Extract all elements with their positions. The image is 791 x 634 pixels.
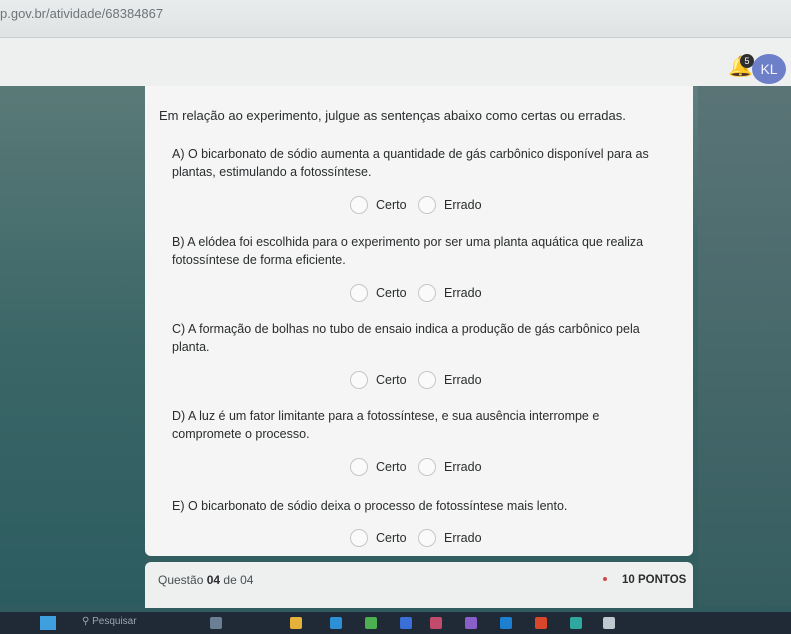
taskbar-app-icon[interactable]: [465, 617, 477, 629]
radio-certo-d[interactable]: [350, 458, 368, 476]
label-certo-d: Certo: [376, 460, 407, 474]
taskbar-search-label: Pesquisar: [92, 616, 137, 627]
radio-certo-c[interactable]: [350, 371, 368, 389]
background-right: [698, 86, 791, 606]
label-errado-c: Errado: [444, 373, 482, 387]
radio-errado-a[interactable]: [418, 196, 436, 214]
taskbar-app-icon[interactable]: [535, 617, 547, 629]
radio-errado-b[interactable]: [418, 284, 436, 302]
radio-certo-b[interactable]: [350, 284, 368, 302]
label-errado-b: Errado: [444, 286, 482, 300]
question-label: Questão: [158, 573, 204, 587]
taskbar-app-icon[interactable]: [330, 617, 342, 629]
background-left: [0, 86, 145, 606]
radio-errado-e[interactable]: [418, 529, 436, 547]
statement-e: E) O bicarbonato de sódio deixa o proces…: [172, 499, 568, 513]
taskbar-app-icon[interactable]: [290, 617, 302, 629]
statement-a: A) O bicarbonato de sódio aumenta a quan…: [172, 147, 649, 179]
search-icon: ⚲: [82, 616, 90, 627]
question-intro: Em relação ao experimento, julgue as sen…: [159, 108, 626, 123]
taskbar-search[interactable]: ⚲ Pesquisar: [82, 616, 137, 627]
label-certo-b: Certo: [376, 286, 407, 300]
taskbar-app-icon[interactable]: [365, 617, 377, 629]
label-certo-a: Certo: [376, 198, 407, 212]
question-counter: Questão 04 de 04: [158, 573, 253, 587]
label-errado-e: Errado: [444, 531, 482, 545]
taskbar-app-icon[interactable]: [603, 617, 615, 629]
statement-b: B) A elódea foi escolhida para o experim…: [172, 235, 644, 267]
taskbar-app-icon[interactable]: [500, 617, 512, 629]
statement-d: D) A luz é um fator limitante para a fot…: [172, 409, 600, 441]
question-number: 04: [206, 573, 221, 587]
radio-errado-c[interactable]: [418, 371, 436, 389]
avatar[interactable]: KL: [752, 54, 786, 84]
radio-certo-a[interactable]: [350, 196, 368, 214]
taskbar-app-icon[interactable]: [430, 617, 442, 629]
required-dot-icon: [603, 577, 607, 581]
question-total: de 04: [223, 573, 254, 587]
taskbar-app-icon[interactable]: [570, 617, 582, 629]
windows-icon[interactable]: [40, 616, 56, 630]
label-certo-e: Certo: [376, 531, 407, 545]
browser-address-bar[interactable]: p.gov.br/atividade/68384867: [0, 0, 791, 38]
label-errado-d: Errado: [444, 460, 482, 474]
points-label: 10 PONTOS: [622, 574, 687, 586]
label-certo-c: Certo: [376, 373, 407, 387]
radio-errado-d[interactable]: [418, 458, 436, 476]
top-bar: [0, 38, 791, 86]
taskbar-app-icon[interactable]: [400, 617, 412, 629]
radio-certo-e[interactable]: [350, 529, 368, 547]
taskbar-app-icon[interactable]: [210, 617, 222, 629]
label-errado-a: Errado: [444, 198, 482, 212]
statement-c: C) A formação de bolhas no tubo de ensai…: [172, 322, 640, 354]
url-text[interactable]: p.gov.br/atividade/68384867: [0, 6, 163, 21]
